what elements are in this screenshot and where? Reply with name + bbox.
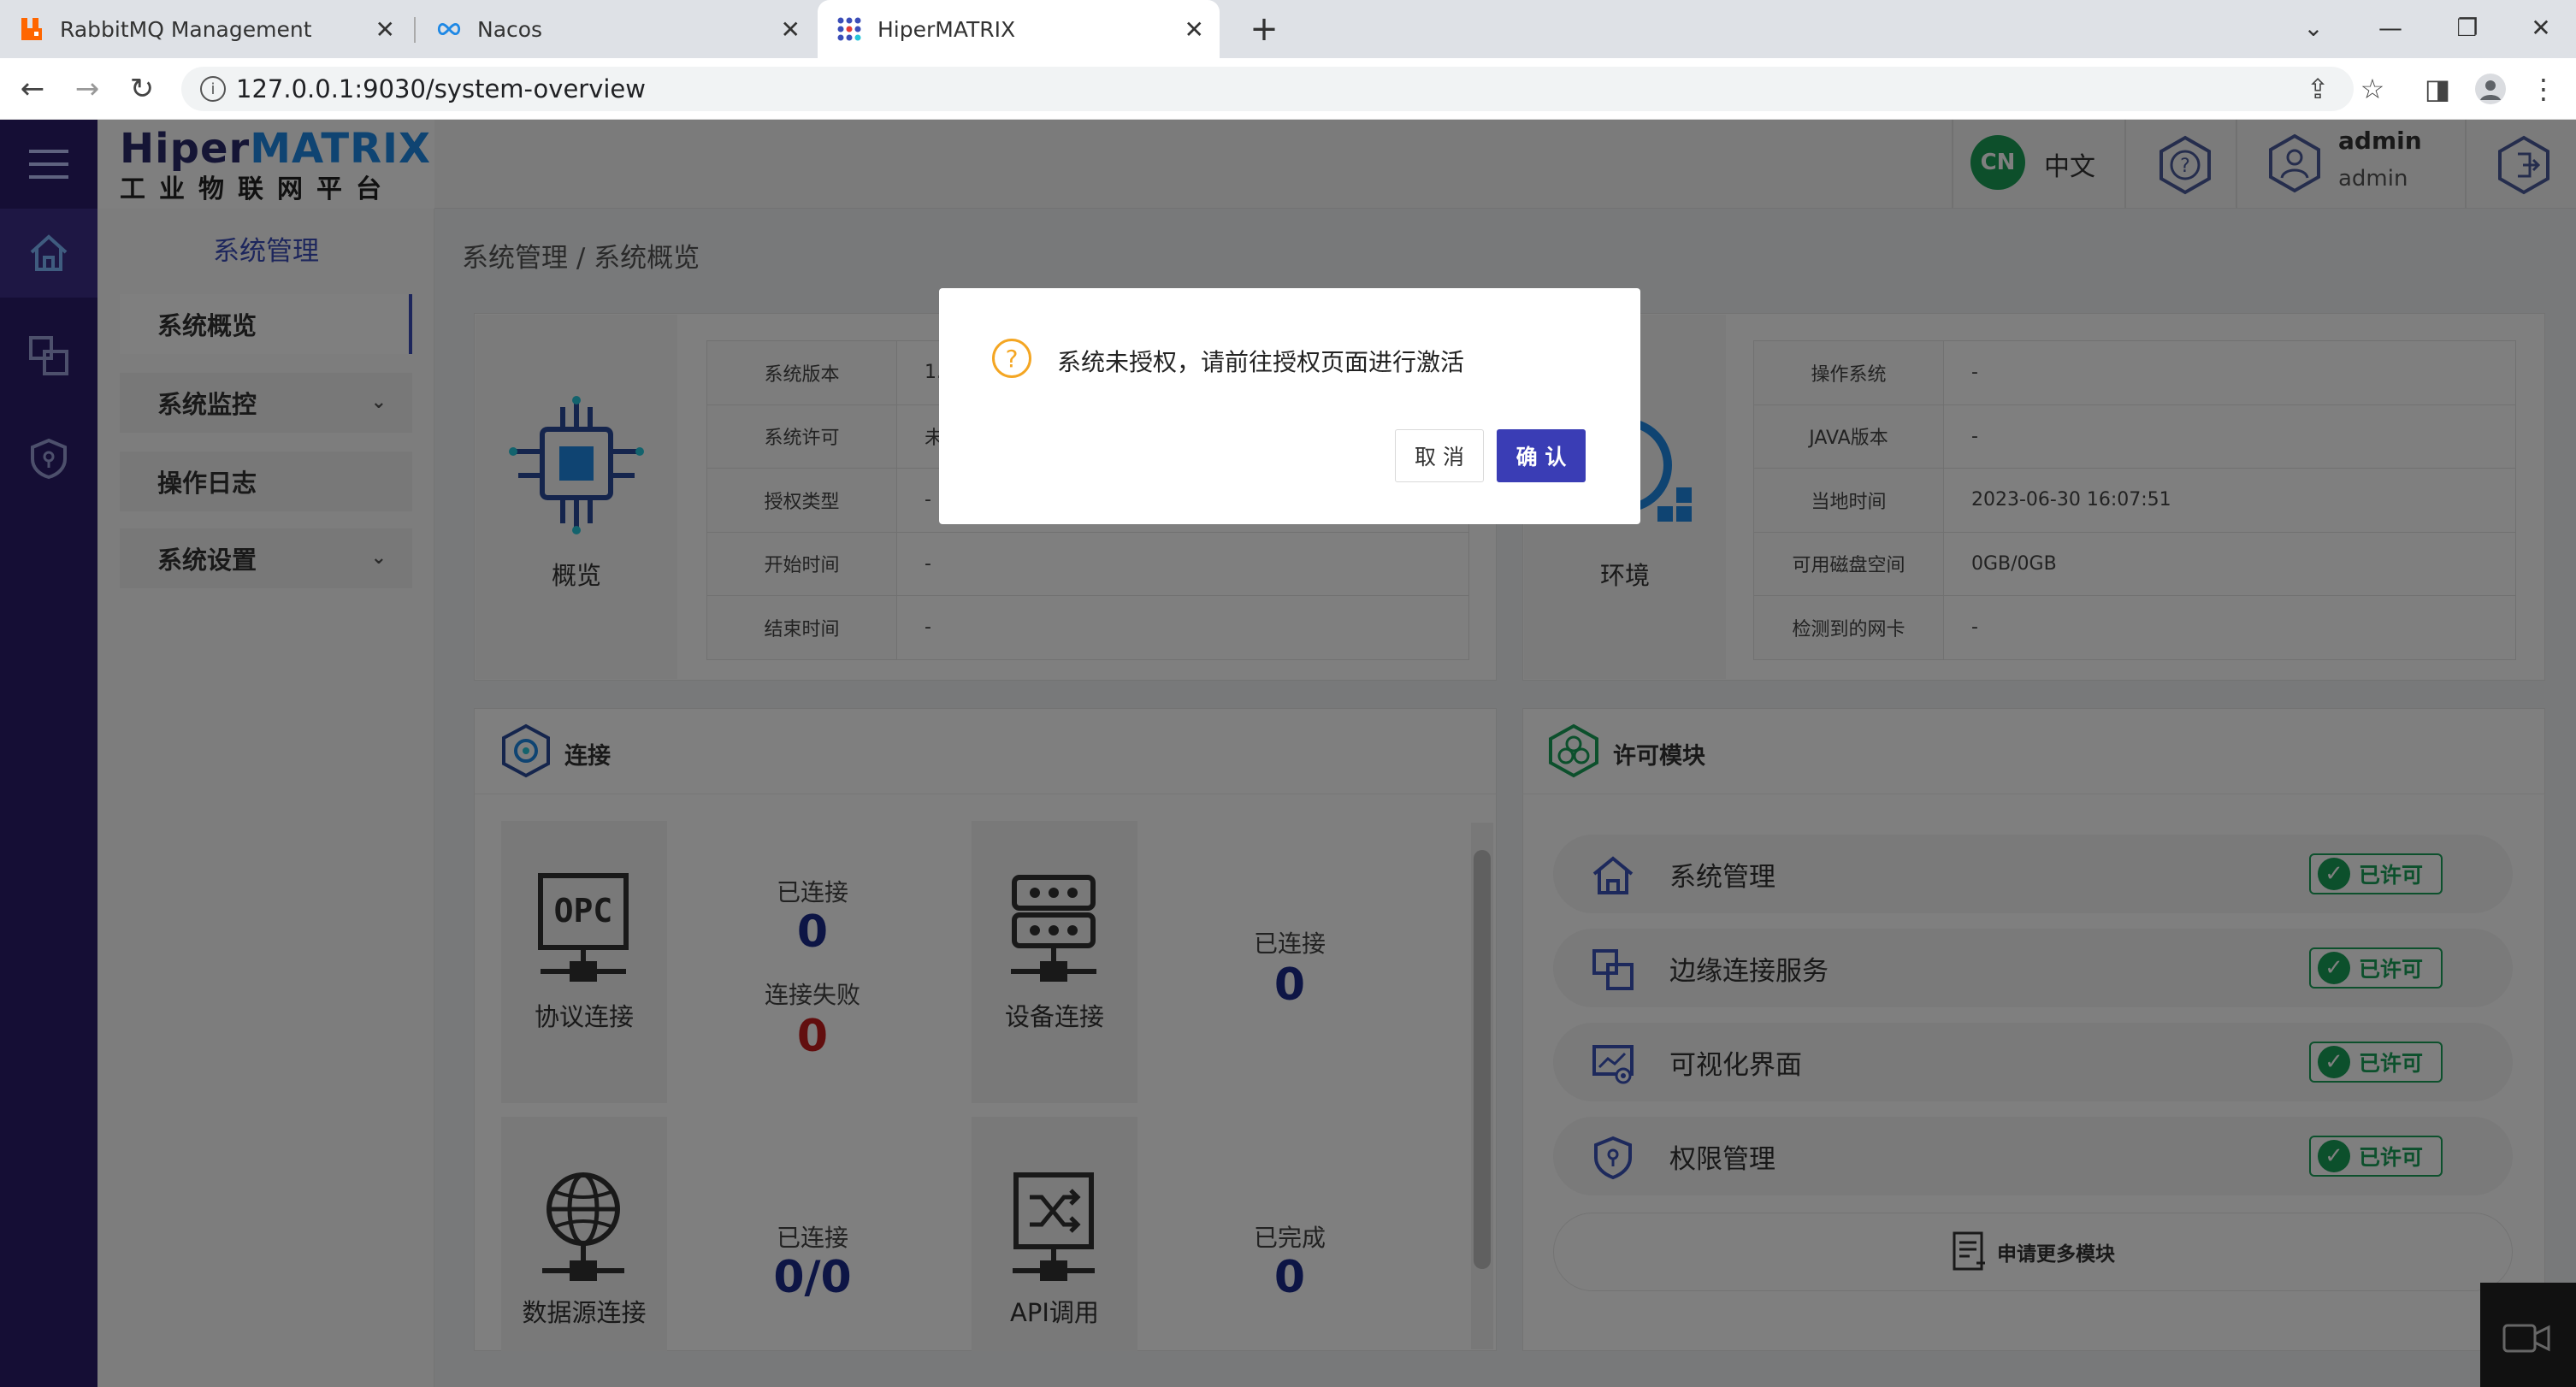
forward-arrow-icon[interactable]: → xyxy=(67,68,108,109)
tab-title: HiperMATRIX xyxy=(877,16,1016,42)
confirm-button[interactable]: 确 认 xyxy=(1497,429,1586,482)
cancel-button[interactable]: 取 消 xyxy=(1395,429,1484,482)
bookmark-star-icon[interactable]: ☆ xyxy=(2352,68,2393,109)
video-camera-icon xyxy=(2502,1324,2550,1353)
share-icon[interactable]: ⇪ xyxy=(2297,68,2338,109)
tab-title: RabbitMQ Management xyxy=(60,16,312,42)
rabbitmq-icon xyxy=(19,16,44,42)
browser-tab-rabbitmq[interactable]: RabbitMQ Management ✕ xyxy=(0,0,411,58)
dialog-message: 系统未授权，请前往授权页面进行激活 xyxy=(1057,348,1465,376)
tab-close-icon[interactable]: ✕ xyxy=(1185,15,1204,44)
browser-tab-nacos[interactable]: Nacos ✕ xyxy=(417,0,816,58)
hipermatrix-dots-icon xyxy=(836,16,862,42)
tab-search-chevron-icon[interactable]: ⌄ xyxy=(2275,0,2352,55)
side-panel-icon[interactable]: ◨ xyxy=(2417,68,2458,109)
window-minimize-icon[interactable]: — xyxy=(2352,0,2429,55)
browser-menu-icon[interactable]: ⋮ xyxy=(2523,68,2564,109)
authorization-dialog xyxy=(939,288,1640,524)
site-info-icon[interactable]: i xyxy=(200,76,226,102)
tab-close-icon[interactable]: ✕ xyxy=(375,15,395,44)
profile-avatar-icon[interactable] xyxy=(2470,68,2511,109)
address-bar[interactable]: i 127.0.0.1:9030/system-overview xyxy=(181,67,2354,111)
tab-title: Nacos xyxy=(477,16,543,42)
window-close-icon[interactable]: ✕ xyxy=(2506,0,2576,55)
nacos-infinity-icon xyxy=(436,16,462,42)
reload-icon[interactable]: ↻ xyxy=(121,68,162,109)
floating-widget[interactable] xyxy=(2480,1283,2576,1387)
browser-tab-hipermatrix[interactable]: HiperMATRIX ✕ xyxy=(818,0,1220,58)
window-restore-icon[interactable]: ❐ xyxy=(2429,0,2506,55)
back-arrow-icon[interactable]: ← xyxy=(12,68,53,109)
tab-divider xyxy=(414,17,416,43)
address-url: 127.0.0.1:9030/system-overview xyxy=(236,74,646,103)
new-tab-plus-icon[interactable]: + xyxy=(1240,5,1288,53)
tab-close-icon[interactable]: ✕ xyxy=(781,15,801,44)
question-icon: ? xyxy=(992,339,1031,378)
